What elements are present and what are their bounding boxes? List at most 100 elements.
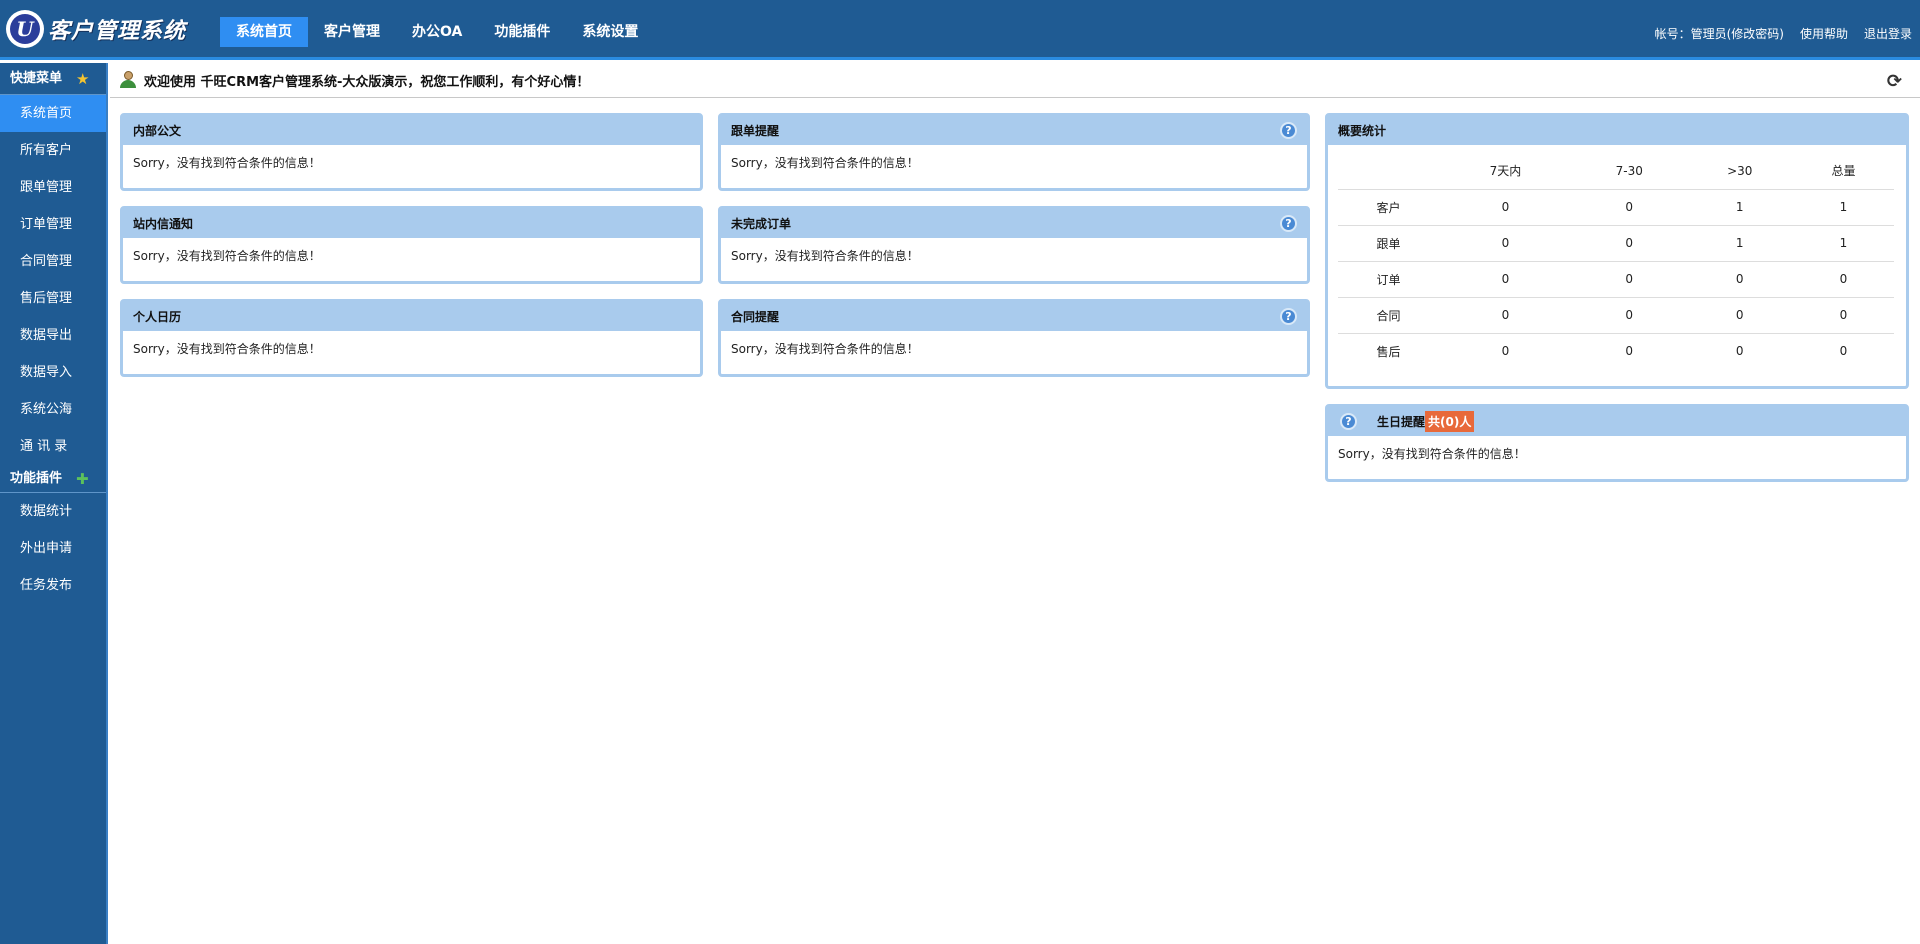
panel-header: 合同提醒 ?: [721, 302, 1307, 331]
sidebar-item-statistics[interactable]: 数据统计: [0, 493, 106, 530]
stats-cell: 1: [1792, 225, 1894, 262]
account-change-password-link[interactable]: 帐号：管理员(修改密码): [1655, 25, 1784, 42]
panel-empty-message: Sorry，没有找到符合条件的信息！: [133, 342, 321, 356]
stats-col-header: 总量: [1792, 153, 1894, 190]
panel-empty-message: Sorry，没有找到符合条件的信息！: [133, 156, 321, 170]
stats-row-label: 跟单: [1338, 225, 1439, 262]
panel-title: 跟单提醒: [731, 124, 780, 138]
panel-title: 合同提醒: [731, 310, 780, 324]
stats-col-header: 7-30: [1572, 153, 1687, 190]
stats-cell: 0: [1438, 261, 1572, 298]
sidebar-item-task-publish[interactable]: 任务发布: [0, 567, 106, 604]
sidebar-item-aftersales[interactable]: 售后管理: [0, 280, 106, 317]
panel-empty-message: Sorry，没有找到符合条件的信息！: [731, 249, 919, 263]
stats-row-label: 售后: [1376, 344, 1401, 359]
sidebar-item-home[interactable]: 系统首页: [0, 95, 106, 132]
panel-unfinished-orders: 未完成订单 ? Sorry，没有找到符合条件的信息！: [718, 206, 1310, 284]
count-badge: 共(0)人: [1425, 411, 1475, 432]
logo-badge: U: [6, 10, 44, 48]
stats-cell: 0: [1686, 297, 1793, 334]
help-link[interactable]: 使用帮助: [1800, 25, 1848, 42]
table-row: 合同 0 0 0 0: [1338, 297, 1894, 334]
welcome-message: 欢迎使用 千旺CRM客户管理系统-大众版演示，祝您工作顺利，有个好心情！: [144, 74, 590, 90]
stats-cell: 0: [1625, 344, 1634, 359]
stats-cell: 0: [1572, 225, 1687, 262]
nav-home[interactable]: 系统首页: [220, 17, 308, 47]
sidebar-item-followup[interactable]: 跟单管理: [0, 169, 106, 206]
plugins-title: 功能插件: [10, 470, 63, 486]
table-row: 售后 0 0 0 0: [1338, 333, 1894, 369]
panel-title: 未完成订单: [731, 217, 792, 231]
sidebar-item-all-customers[interactable]: 所有客户: [0, 132, 106, 169]
help-icon[interactable]: ?: [1340, 413, 1357, 430]
quick-menu-header: 快捷菜单 ★: [0, 63, 106, 95]
sidebar-item-outing-request[interactable]: 外出申请: [0, 530, 106, 567]
logo-letter: U: [10, 14, 40, 44]
stats-cell: 0: [1792, 297, 1894, 334]
table-row: 订单 0 0 0 0: [1338, 261, 1894, 298]
panel-title: 概要统计: [1328, 116, 1906, 145]
stats-col-header: [1338, 153, 1439, 190]
nav-settings[interactable]: 系统设置: [566, 17, 654, 47]
panel-contract-reminder: 合同提醒 ? Sorry，没有找到符合条件的信息！: [718, 299, 1310, 377]
app-logo[interactable]: U 客户管理系统: [6, 10, 186, 48]
sidebar-item-contacts[interactable]: 通 讯 录: [0, 428, 106, 465]
stats-cell: 0: [1438, 189, 1572, 226]
panel-header: 未完成订单 ?: [721, 209, 1307, 238]
stats-cell: 0: [1438, 297, 1572, 334]
stats-cell: 0: [1839, 344, 1848, 359]
panel-empty-message: Sorry，没有找到符合条件的信息！: [1338, 447, 1526, 461]
table-row: 跟单 0 0 1 1: [1338, 225, 1894, 262]
sidebar: 快捷菜单 ★ 系统首页 所有客户 跟单管理 订单管理 合同管理 售后管理 数据导…: [0, 63, 108, 944]
sidebar-item-data-export[interactable]: 数据导出: [0, 317, 106, 354]
nav-plugins[interactable]: 功能插件: [478, 17, 566, 47]
help-icon[interactable]: ?: [1280, 215, 1297, 232]
panel-empty-message: Sorry，没有找到符合条件的信息！: [731, 342, 919, 356]
quick-menu-title: 快捷菜单: [10, 70, 63, 86]
stats-table: 7天内 7-30 >30 总量 客户 0 0 1 1 跟单 0 0 1 1 订单…: [1338, 153, 1894, 369]
stats-header-row: 7天内 7-30 >30 总量: [1338, 153, 1894, 190]
panel-empty-message: Sorry，没有找到符合条件的信息！: [731, 156, 919, 170]
puzzle-icon: ✚: [76, 469, 89, 488]
panel-empty-message: Sorry，没有找到符合条件的信息！: [133, 249, 321, 263]
stats-cell: 1: [1686, 225, 1793, 262]
panel-header: 跟单提醒 ?: [721, 116, 1307, 145]
panel-title: 生日提醒: [1377, 415, 1426, 429]
stats-cell: 0: [1438, 225, 1572, 262]
panel-summary-stats: 概要统计 7天内 7-30 >30 总量 客户 0 0 1 1 跟单 0 0 1…: [1325, 113, 1909, 389]
stats-cell: 0: [1792, 261, 1894, 298]
sidebar-item-contracts[interactable]: 合同管理: [0, 243, 106, 280]
help-icon[interactable]: ?: [1280, 308, 1297, 325]
panel-title: 站内信通知: [123, 209, 700, 238]
nav-office-oa[interactable]: 办公OA: [396, 17, 478, 47]
welcome-bar: 欢迎使用 千旺CRM客户管理系统-大众版演示，祝您工作顺利，有个好心情！ ⟳: [110, 63, 1920, 98]
stats-cell: 0: [1735, 344, 1744, 359]
top-header: U 客户管理系统 系统首页 客户管理 办公OA 功能插件 系统设置 帐号：管理员…: [0, 0, 1920, 60]
panel-internal-docs: 内部公文 Sorry，没有找到符合条件的信息！: [120, 113, 703, 191]
logo-text: 客户管理系统: [48, 19, 187, 44]
sidebar-item-public-pool[interactable]: 系统公海: [0, 391, 106, 428]
stats-cell: 0: [1501, 344, 1510, 359]
panel-title: 个人日历: [123, 302, 700, 331]
stats-cell: 0: [1686, 261, 1793, 298]
panel-site-messages: 站内信通知 Sorry，没有找到符合条件的信息！: [120, 206, 703, 284]
panel-birthday-reminder: ? 生日提醒 共(0)人 Sorry，没有找到符合条件的信息！: [1325, 404, 1909, 482]
panel-personal-calendar: 个人日历 Sorry，没有找到符合条件的信息！: [120, 299, 703, 377]
stats-col-header: 7天内: [1438, 153, 1572, 190]
panel-header: ? 生日提醒 共(0)人: [1328, 407, 1906, 436]
help-icon[interactable]: ?: [1280, 122, 1297, 139]
user-icon: [120, 71, 136, 89]
panel-title: 内部公文: [123, 116, 700, 145]
stats-row-label: 客户: [1338, 189, 1439, 226]
plugins-header: 功能插件 ✚: [0, 465, 106, 493]
stats-row-label: 订单: [1338, 261, 1439, 298]
sidebar-item-orders[interactable]: 订单管理: [0, 206, 106, 243]
stats-row-label: 合同: [1338, 297, 1439, 334]
logout-link[interactable]: 退出登录: [1864, 25, 1912, 42]
stats-cell: 1: [1686, 189, 1793, 226]
nav-customers[interactable]: 客户管理: [308, 17, 396, 47]
stats-cell: 0: [1572, 189, 1687, 226]
refresh-icon[interactable]: ⟳: [1887, 71, 1902, 92]
sidebar-item-data-import[interactable]: 数据导入: [0, 354, 106, 391]
stats-col-header: >30: [1686, 153, 1793, 190]
